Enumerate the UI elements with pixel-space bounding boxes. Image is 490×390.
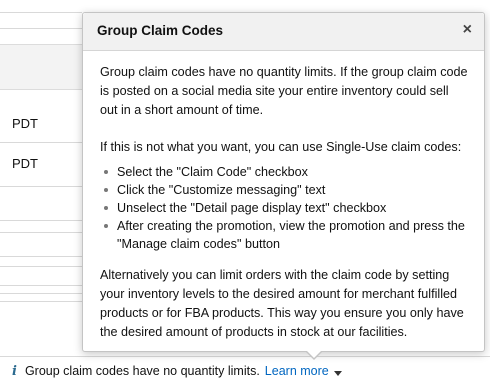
single-use-intro-paragraph: If this is not what you want, you can us… (100, 140, 462, 154)
single-use-steps-list: Select the "Claim Code" checkbox Click t… (100, 163, 468, 253)
popover-body: Group claim codes have no quantity limit… (83, 51, 484, 342)
table-divider (0, 301, 82, 302)
quantity-warning-paragraph: Group claim codes have no quantity limit… (100, 65, 468, 117)
table-divider (0, 142, 82, 143)
table-divider (0, 232, 82, 233)
close-icon[interactable]: × (463, 21, 472, 39)
table-divider (0, 356, 490, 357)
table-divider (0, 293, 82, 294)
popover-arrow (305, 350, 323, 360)
alternative-paragraph: Alternatively you can limit orders with … (100, 268, 464, 339)
learn-more-link[interactable]: Learn more (265, 364, 342, 378)
table-cell-timezone: PDT (12, 156, 38, 171)
info-text: Group claim codes have no quantity limit… (24, 364, 260, 378)
list-item: Click the "Customize messaging" text (100, 181, 468, 199)
popover-title: Group Claim Codes (97, 23, 224, 38)
table-cell-timezone: PDT (12, 116, 38, 131)
list-item: After creating the promotion, view the p… (100, 217, 468, 253)
table-divider (0, 256, 82, 257)
table-divider (0, 12, 82, 13)
table-header-band (0, 44, 82, 90)
popover-header: Group Claim Codes × (83, 13, 484, 51)
table-divider (0, 285, 82, 286)
table-divider (0, 186, 82, 187)
list-item: Unselect the "Detail page display text" … (100, 199, 468, 217)
info-icon: i (12, 363, 17, 379)
caret-down-icon (333, 371, 342, 376)
learn-more-label: Learn more (264, 364, 329, 378)
table-divider (0, 266, 82, 267)
table-divider (0, 220, 82, 221)
list-item: Select the "Claim Code" checkbox (100, 163, 468, 181)
table-divider (0, 28, 82, 29)
group-claim-codes-popover: Group Claim Codes × Group claim codes ha… (82, 12, 485, 360)
claim-code-info-line: i Group claim codes have no quantity lim… (12, 362, 342, 380)
